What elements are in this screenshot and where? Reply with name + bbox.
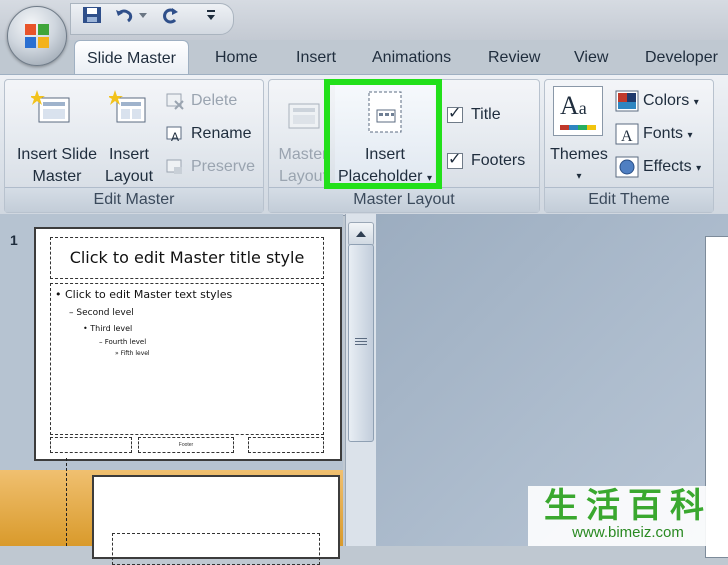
insert-slide-master-button[interactable]: Insert Slide Master (9, 144, 105, 188)
footer-placeholder: Footer (138, 437, 234, 453)
date-placeholder (50, 437, 132, 453)
office-button[interactable] (7, 6, 67, 66)
undo-dropdown-icon[interactable] (138, 6, 148, 24)
body-level-1: • Click to edit Master text styles (55, 288, 233, 301)
themes-button[interactable]: Themes ▾ (545, 144, 613, 188)
tab-developer[interactable]: Developer (645, 40, 718, 74)
colors-icon (615, 90, 639, 112)
tab-home[interactable]: Home (215, 40, 258, 74)
slide-number-placeholder (248, 437, 324, 453)
preserve-button[interactable]: Preserve (191, 156, 255, 178)
layout-placeholder (112, 533, 320, 565)
tab-slide-master[interactable]: Slide Master (74, 40, 189, 75)
tab-animations[interactable]: Animations (372, 40, 451, 74)
redo-icon[interactable] (160, 6, 180, 24)
customize-toolbar-icon[interactable] (204, 6, 218, 24)
title-checkbox-label: Title (471, 106, 501, 123)
body-level-5: » Fifth level (115, 350, 150, 357)
tab-view[interactable]: View (574, 40, 608, 74)
delete-icon (166, 93, 184, 110)
undo-icon[interactable] (114, 6, 134, 24)
preserve-icon (166, 159, 182, 174)
body-level-2: – Second level (69, 308, 134, 318)
watermark: 生活百科 www.bimeiz.com (528, 486, 728, 546)
highlight-box (324, 79, 442, 189)
insert-layout-icon (109, 90, 146, 123)
tab-review[interactable]: Review (488, 40, 540, 74)
title-checkbox[interactable] (447, 103, 463, 123)
svg-text:A: A (171, 130, 179, 143)
scroll-up-button[interactable] (348, 222, 374, 246)
colors-button[interactable]: Colors ▾ (643, 90, 699, 114)
layout-connector-line (66, 458, 67, 546)
group-label-edit-theme: Edit Theme (545, 187, 713, 212)
scroll-thumb[interactable] (348, 244, 374, 442)
body-level-4: – Fourth level (99, 338, 147, 346)
slide-thumbnail-master[interactable]: Click to edit Master title style • Click… (34, 227, 342, 461)
body-placeholder: • Click to edit Master text styles – Sec… (50, 283, 324, 435)
body-level-3: • Third level (83, 324, 133, 333)
effects-button[interactable]: Effects ▾ (643, 156, 701, 180)
insert-slide-master-icon (31, 90, 70, 123)
themes-icon: Aa (553, 86, 603, 136)
title-placeholder-text: Click to edit Master title style (69, 248, 305, 267)
slide-thumbnail-layout[interactable] (92, 475, 340, 565)
footer-placeholder-text: Footer (178, 442, 194, 448)
footers-checkbox[interactable] (447, 149, 463, 169)
chevron-up-icon (356, 231, 366, 237)
group-edit-theme: Aa Themes ▾ Colors ▾ A Fonts ▾ Effects ▾ … (544, 79, 714, 213)
effects-icon (615, 156, 639, 178)
tab-insert[interactable]: Insert (296, 40, 336, 74)
footers-checkbox-label: Footers (471, 152, 526, 169)
rename-icon: A (166, 126, 182, 143)
group-label-edit-master: Edit Master (5, 187, 263, 212)
fonts-icon: A (615, 123, 639, 145)
watermark-url: www.bimeiz.com (572, 524, 684, 541)
rename-button[interactable]: Rename (191, 123, 251, 145)
ribbon-tabs: Slide Master Home Insert Animations Revi… (0, 40, 728, 75)
delete-button[interactable]: Delete (191, 90, 237, 112)
svg-text:A: A (621, 128, 633, 145)
fonts-button[interactable]: Fonts ▾ (643, 123, 693, 147)
master-layout-icon (288, 103, 320, 129)
title-placeholder: Click to edit Master title style (50, 237, 324, 279)
grip-icon (355, 338, 367, 345)
watermark-title: 生活百科 (544, 487, 712, 525)
save-icon[interactable] (82, 6, 102, 24)
slide-number: 1 (10, 232, 18, 248)
group-edit-master: Insert Slide Master Insert Layout Delete A… (4, 79, 264, 213)
insert-layout-button[interactable]: Insert Layout (99, 144, 159, 188)
office-logo-icon (25, 24, 49, 48)
group-label-master-layout: Master Layout (269, 187, 539, 212)
